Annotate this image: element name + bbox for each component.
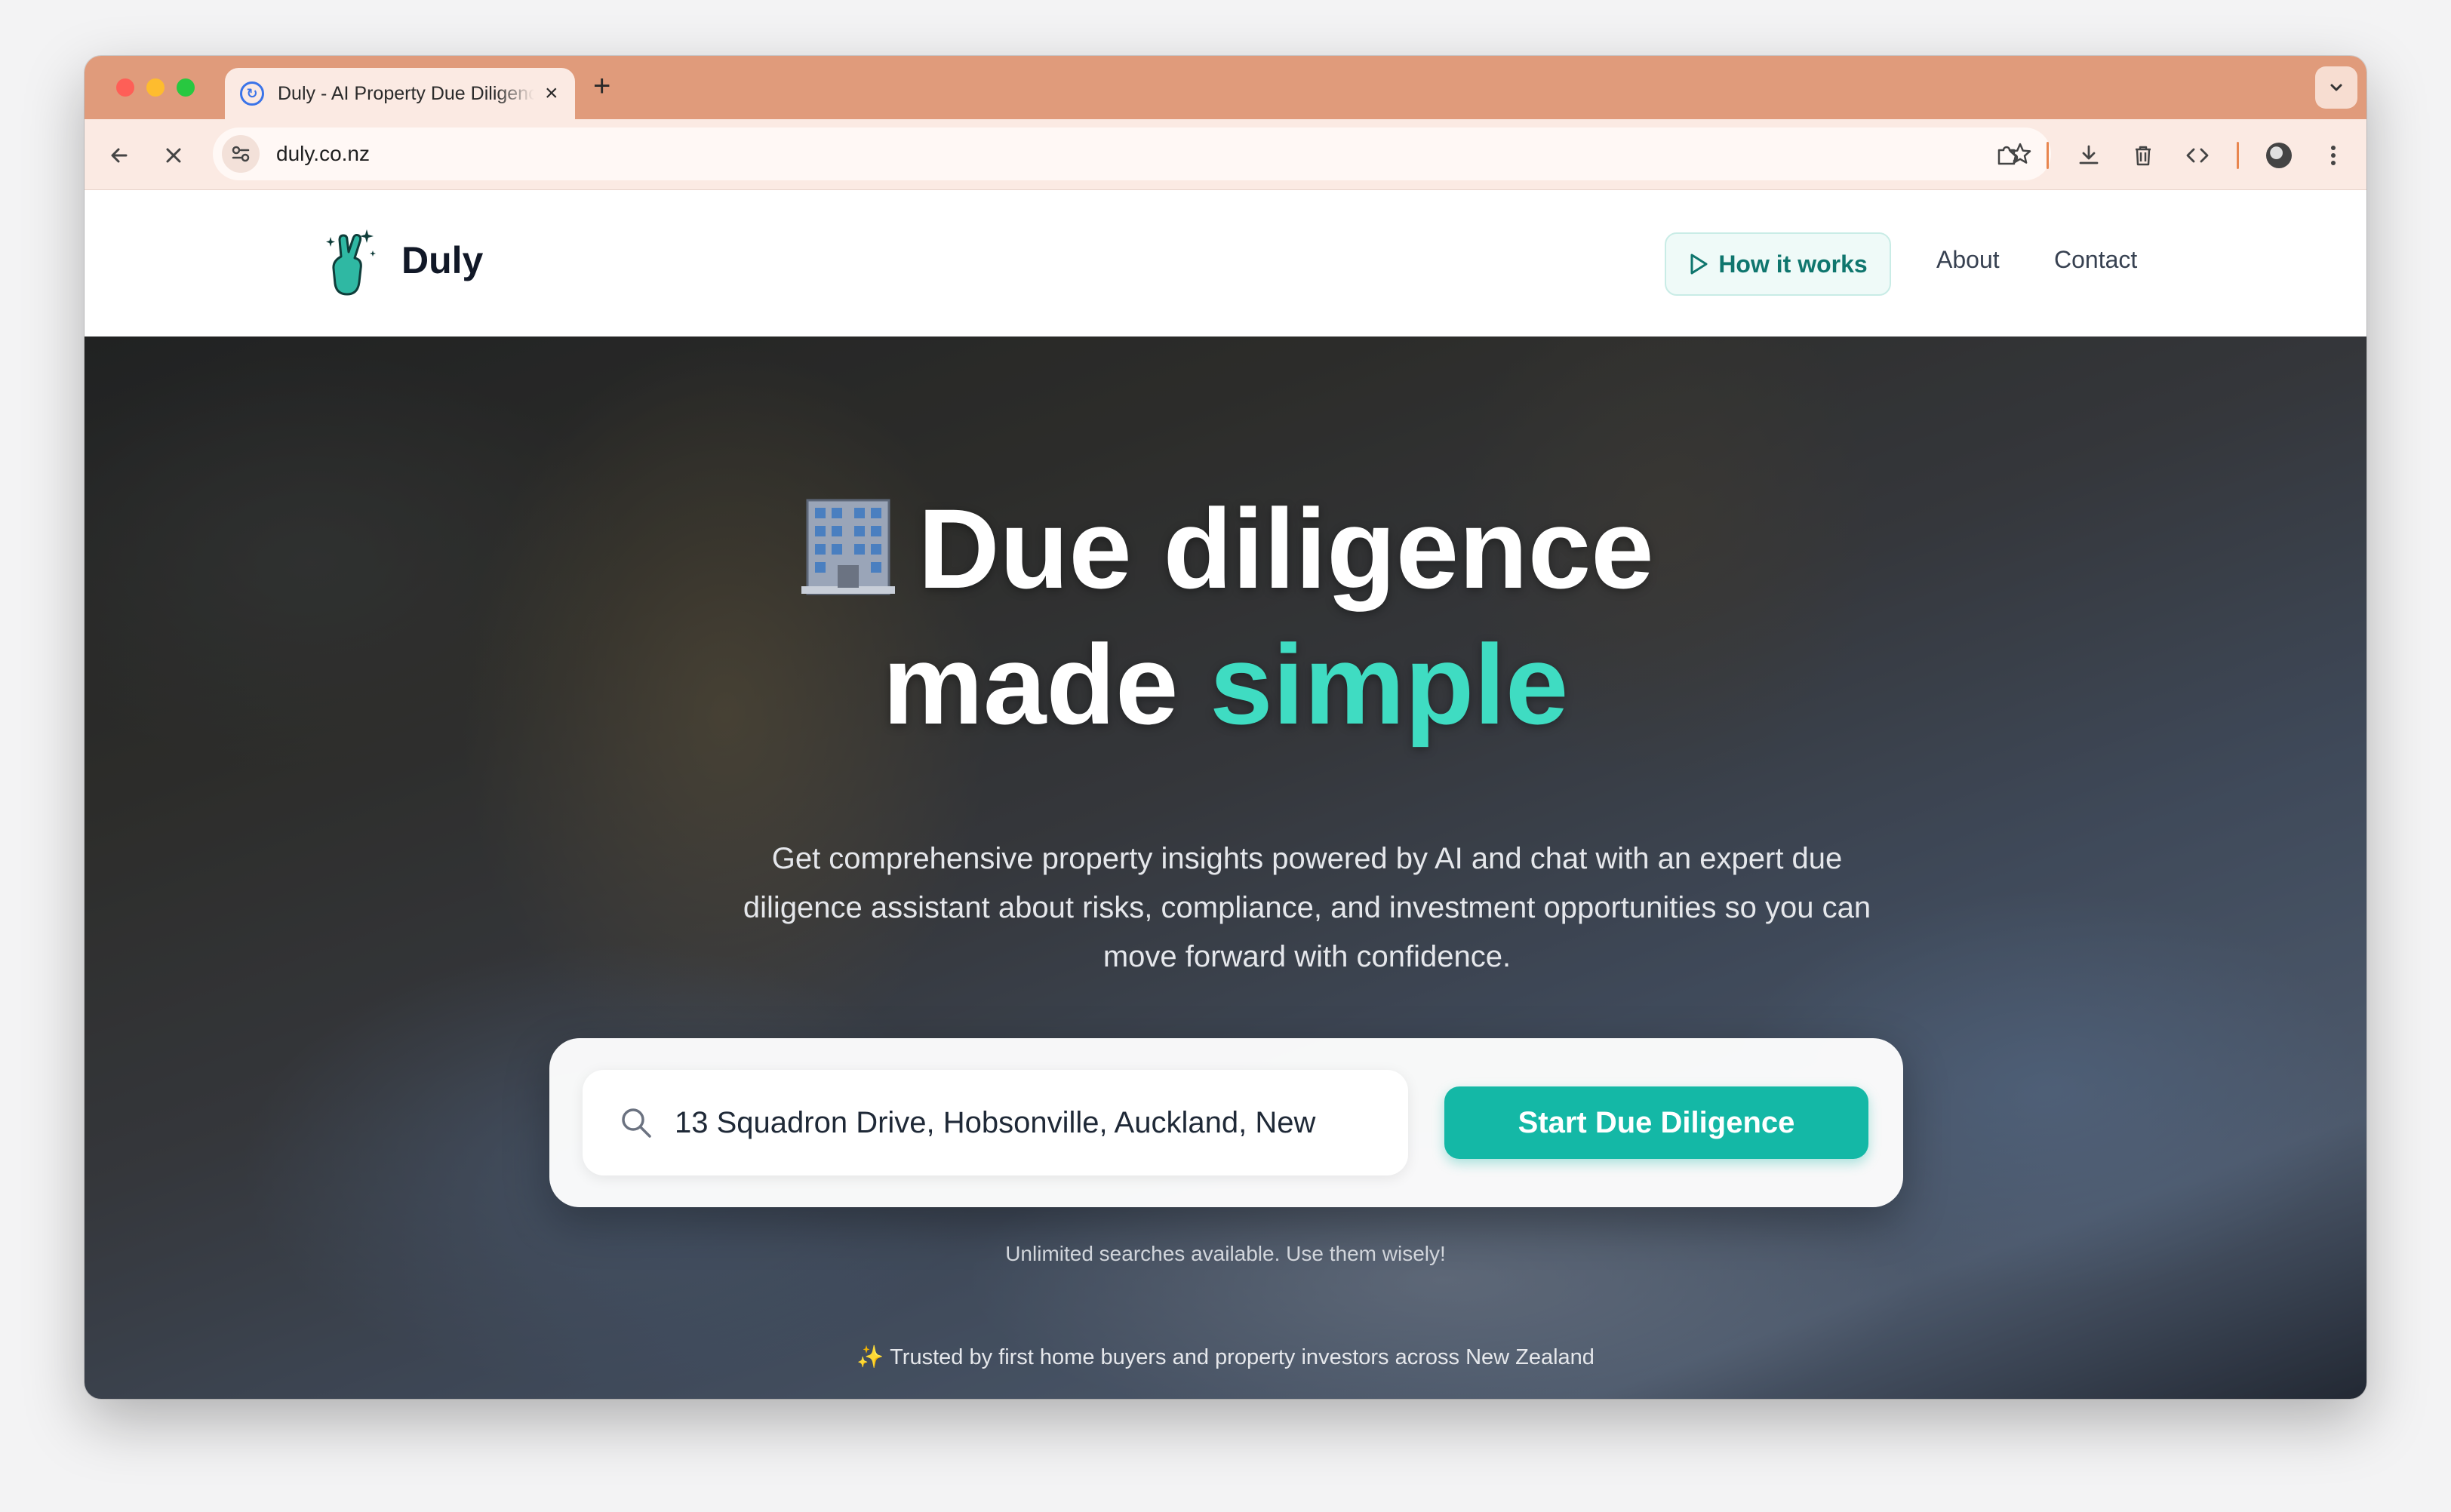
avatar [2266,143,2292,168]
hero-title-line1-text: Due diligence [918,485,1654,612]
nav-about-link[interactable]: About [1936,246,2000,274]
trusted-label: Trusted by first home buyers and propert… [890,1345,1595,1369]
extensions-icon[interactable] [1991,139,2024,172]
address-bar[interactable]: duly.co.nz [213,128,2051,180]
active-tab[interactable]: ↻ Duly - AI Property Due Diligence × [225,68,575,119]
tab-title: Duly - AI Property Due Diligence [278,82,534,104]
address-search-input[interactable] [675,1105,1399,1140]
sparkle-icon: ✨ [856,1345,884,1369]
maximize-window-button[interactable] [177,78,195,97]
hero-subtitle: Get comprehensive property insights powe… [743,842,1871,973]
minimize-window-button[interactable] [146,78,165,97]
trusted-by-text: ✨ Trusted by first home buyers and proper… [85,1345,2366,1370]
site-header: Duly How it works About Contact [85,190,2366,337]
hero-section: Due diligence made simple Get comprehens… [85,337,2366,1399]
tab-close-icon[interactable]: × [545,82,558,105]
address-search-field[interactable] [583,1070,1408,1175]
start-due-diligence-button[interactable]: Start Due Diligence [1444,1086,1868,1159]
web-page: Duly How it works About Contact Due dili… [85,190,2366,1399]
hero-title-line1: Due diligence [85,492,2366,605]
profile-avatar[interactable] [2262,139,2296,172]
hero-title-accent: simple [1210,621,1569,748]
new-tab-button[interactable]: + [593,71,610,101]
office-building-icon [801,499,896,595]
toolbar-divider [2047,142,2049,169]
download-icon[interactable] [2072,139,2105,172]
crossed-fingers-logo-icon[interactable] [320,226,380,299]
how-it-works-button[interactable]: How it works [1665,232,1891,296]
site-settings-icon[interactable] [222,135,260,173]
stop-loading-icon[interactable] [157,139,190,172]
browser-window: ↻ Duly - AI Property Due Diligence × + d… [85,56,2366,1399]
browser-toolbar: duly.co.nz [85,119,2366,190]
logo-text[interactable]: Duly [401,238,483,282]
loading-favicon-icon: ↻ [240,81,264,106]
more-menu-icon[interactable] [2317,139,2350,172]
how-it-works-label: How it works [1718,250,1868,278]
tab-search-button[interactable] [2315,66,2357,109]
hero-title-line2: made simple [85,628,2366,741]
search-card: Start Due Diligence [549,1038,1903,1207]
close-window-button[interactable] [116,78,134,97]
nav-contact-link[interactable]: Contact [2054,246,2137,274]
chevron-down-icon [2330,84,2342,91]
play-icon [1690,254,1708,275]
search-icon [622,1108,651,1138]
trash-icon[interactable] [2127,139,2160,172]
url-text: duly.co.nz [276,142,370,165]
tab-strip: ↻ Duly - AI Property Due Diligence × + [85,56,2366,119]
toolbar-divider [2237,142,2239,169]
search-limit-note: Unlimited searches available. Use them w… [1005,1242,1446,1265]
back-icon[interactable] [103,139,136,172]
hero-title-made: made [882,621,1210,748]
code-icon[interactable] [2181,139,2214,172]
